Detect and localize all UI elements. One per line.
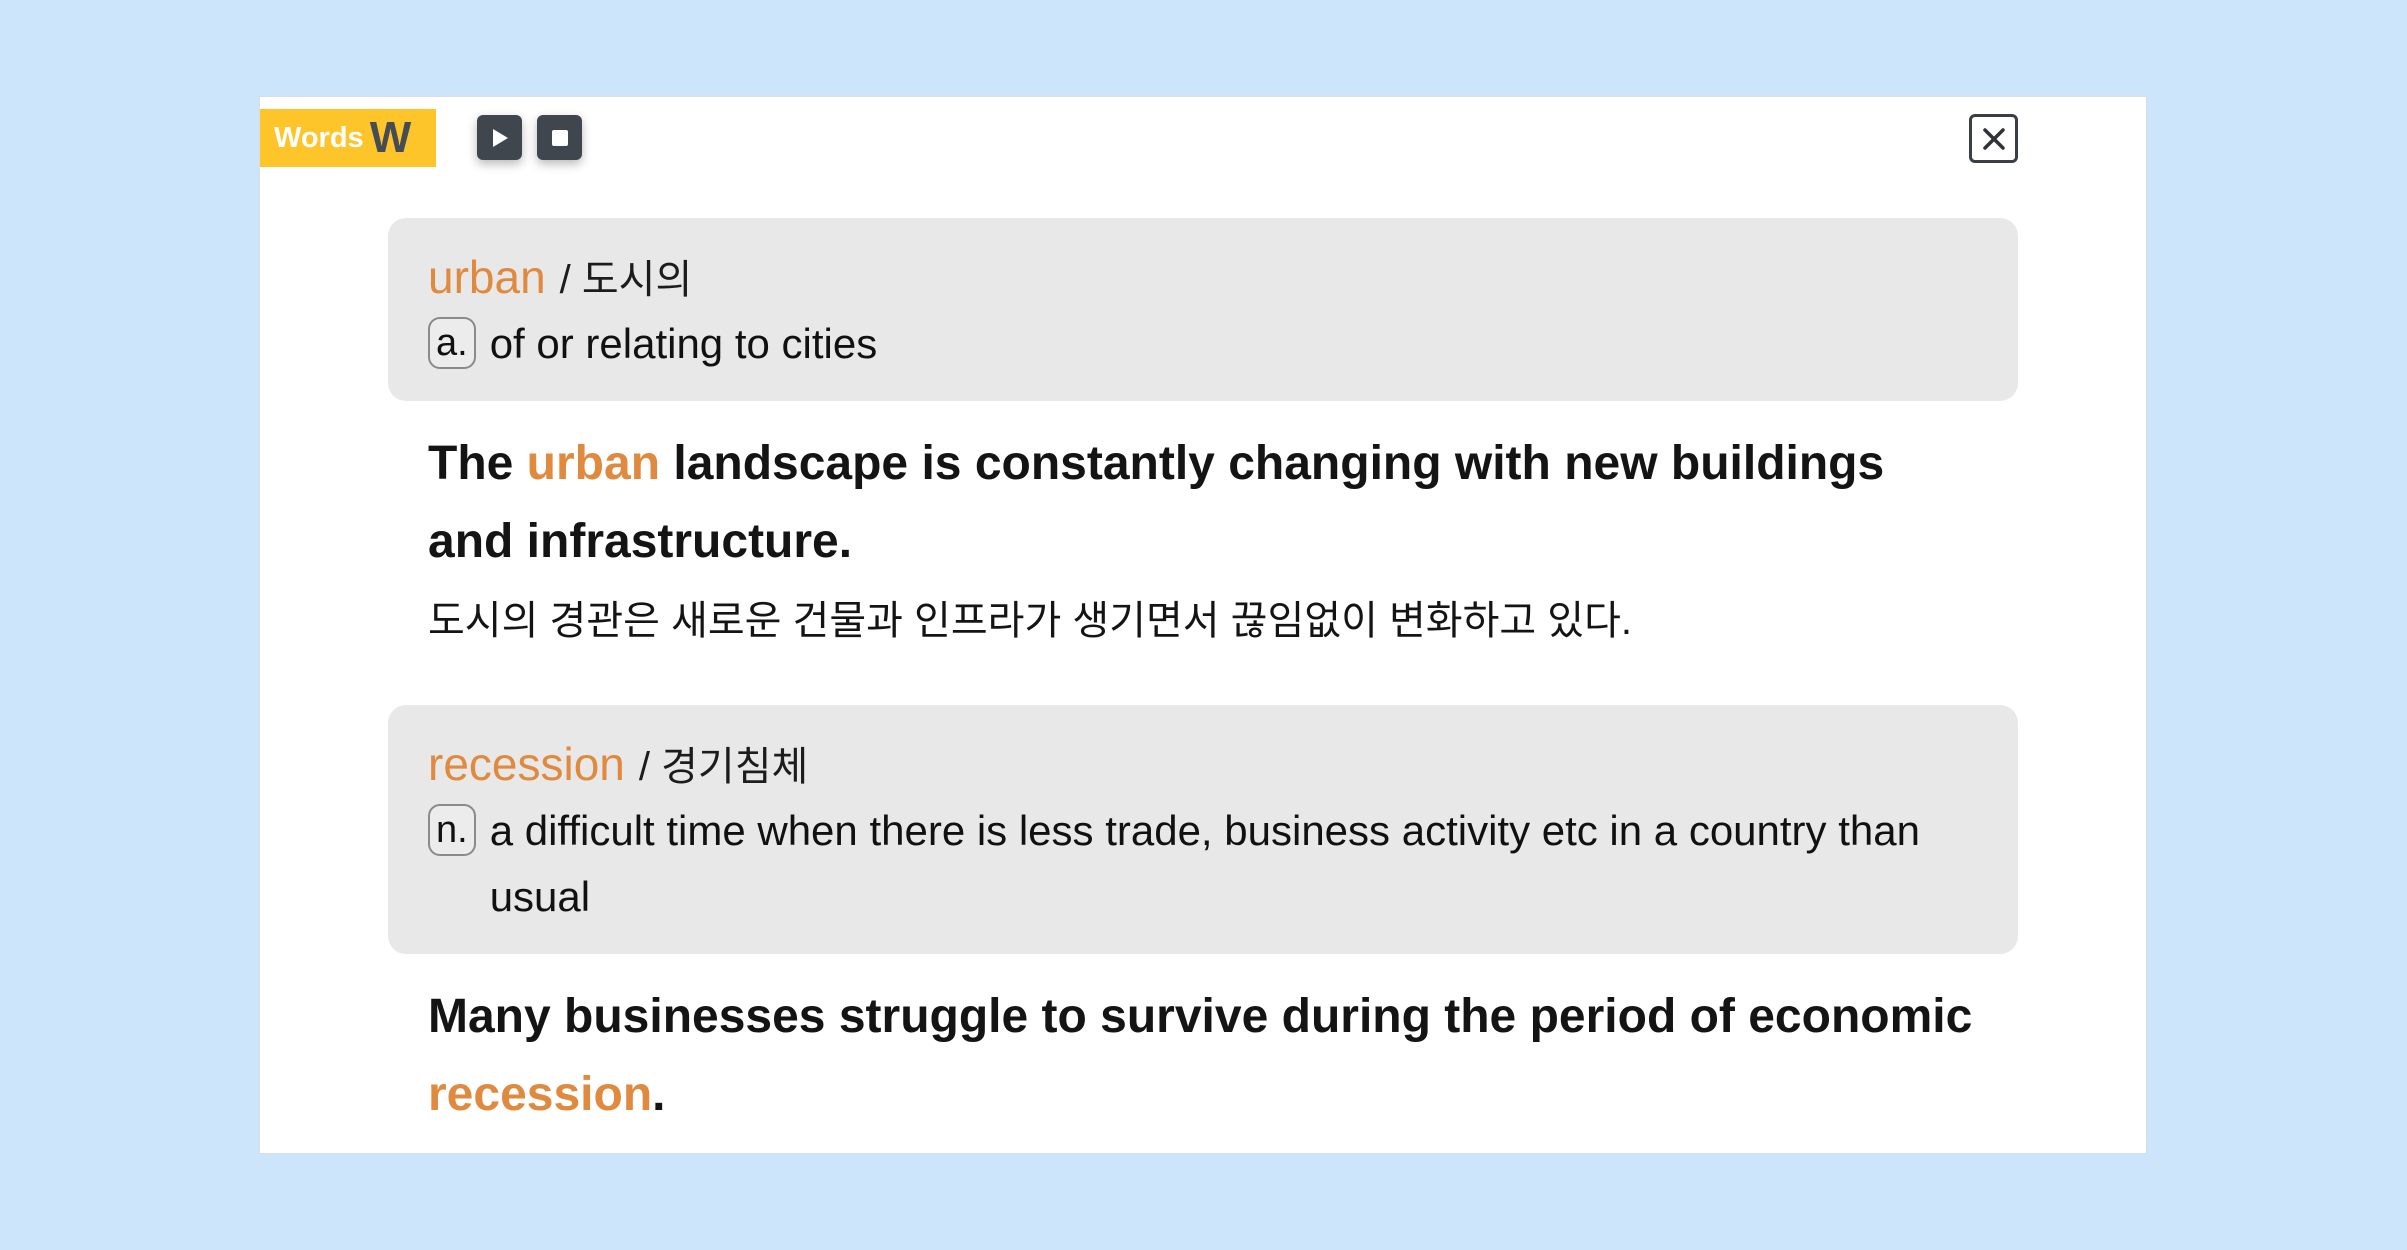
stop-button[interactable] [537, 115, 582, 160]
example-text-before: Many businesses struggle to survive duri… [428, 990, 1973, 1043]
word-headline: urban / 도시의 [428, 248, 1978, 309]
play-button[interactable] [477, 115, 522, 160]
vocab-word[interactable]: recession [428, 738, 625, 790]
close-button[interactable] [1969, 114, 2018, 163]
close-icon [1982, 127, 2005, 150]
example-text-after: . [652, 1068, 666, 1121]
word-popup-panel: Words W urban / 도시의 a. of or relating to … [259, 96, 2147, 1154]
example-highlight-word: urban [526, 437, 661, 490]
definition-row: a. of or relating to cities [428, 317, 1978, 377]
word-card: recession / 경기침체 n. a difficult time when… [388, 705, 2018, 954]
definition-text: of or relating to cities [489, 320, 878, 367]
word-list: urban / 도시의 a. of or relating to cities T… [388, 218, 2018, 1134]
badge-label: Words [274, 121, 364, 154]
play-icon [492, 128, 508, 147]
example-translation: 도시의 경관은 새로운 건물과 인프라가 생기면서 끊임없이 변화하고 있다. [428, 599, 1633, 643]
example-sentence: The urban landscape is constantly changi… [388, 401, 2018, 581]
vocab-word[interactable]: urban [428, 251, 546, 303]
badge-letter: W [369, 113, 412, 162]
example-highlight-word: recession [428, 1068, 653, 1121]
example-sentence: Many businesses struggle to survive duri… [388, 954, 2018, 1134]
definition-row: n. a difficult time when there is less t… [428, 804, 1978, 930]
stop-icon [551, 129, 568, 146]
definition-text: a difficult time when there is less trad… [489, 807, 1920, 920]
word-headline: recession / 경기침체 [428, 735, 1978, 796]
korean-meaning: / 경기침체 [638, 745, 809, 789]
korean-meaning: / 도시의 [559, 258, 693, 302]
example-text-before: The [428, 437, 527, 490]
part-of-speech-badge: n. [428, 804, 476, 856]
words-badge: Words W [260, 109, 436, 167]
part-of-speech-badge: a. [428, 317, 476, 369]
word-card: urban / 도시의 a. of or relating to cities [388, 218, 2018, 401]
